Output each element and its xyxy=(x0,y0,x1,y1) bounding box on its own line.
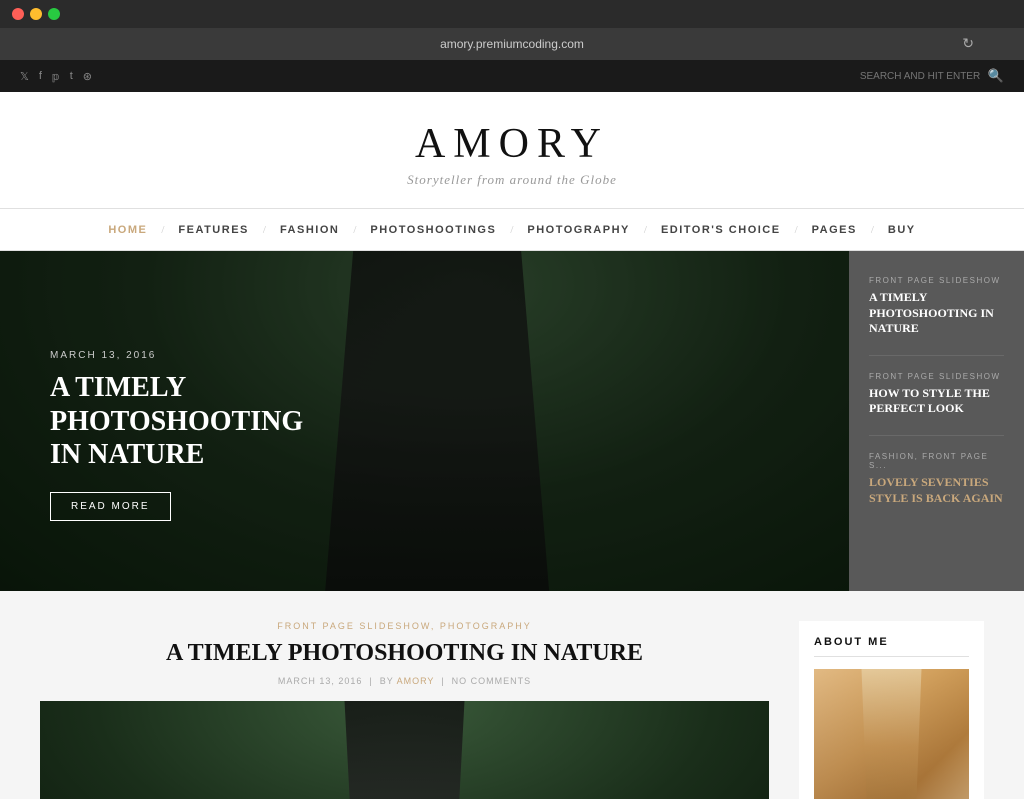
search-input[interactable] xyxy=(860,71,980,82)
url-text: amory.premiumcoding.com xyxy=(440,37,584,51)
tumblr-icon[interactable]: t xyxy=(70,70,73,82)
rss-icon[interactable]: ⊛ xyxy=(83,70,92,83)
url-bar[interactable]: amory.premiumcoding.com ↻ xyxy=(0,28,1024,60)
nav-photography[interactable]: PHOTOGRAPHY xyxy=(513,224,643,236)
social-icons: 𝕏 f 𝕡 t ⊛ xyxy=(20,70,92,83)
about-widget-title: ABOUT ME xyxy=(814,636,969,657)
nav-editors-choice[interactable]: EDITOR'S CHOICE xyxy=(647,224,795,236)
sidebar-post-category-1: FRONT PAGE SLIDESHOW xyxy=(869,276,1004,285)
nav-home[interactable]: HOME xyxy=(94,224,161,236)
sidebar-post-title-1: A TIMELY PHOTOSHOOTING IN NATURE xyxy=(869,290,1004,337)
hero-content: MARCH 13, 2016 A TIMELY PHOTOSHOOTING IN… xyxy=(50,350,330,521)
sidebar-post-category-2: FRONT PAGE SLIDESHOW xyxy=(869,372,1004,381)
hero-sidebar-post-2[interactable]: FRONT PAGE SLIDESHOW HOW TO STYLE THE PE… xyxy=(869,372,1004,436)
post-thumbnail[interactable] xyxy=(40,701,769,799)
top-bar: 𝕏 f 𝕡 t ⊛ 🔍 xyxy=(0,60,1024,92)
site-tagline: Storyteller from around the Globe xyxy=(0,172,1024,188)
search-icon[interactable]: 🔍 xyxy=(988,68,1004,84)
right-sidebar: ABOUT ME xyxy=(799,621,984,799)
hero-date: MARCH 13, 2016 xyxy=(50,350,330,361)
hero-sidebar: FRONT PAGE SLIDESHOW A TIMELY PHOTOSHOOT… xyxy=(849,251,1024,591)
post-meta: MARCH 13, 2016 | BY AMORY | NO COMMENTS xyxy=(40,676,769,686)
website-content: 𝕏 f 𝕡 t ⊛ 🔍 AMORY Storyteller from aroun… xyxy=(0,60,1024,799)
nav-features[interactable]: FEATURES xyxy=(164,224,262,236)
post-date: MARCH 13, 2016 xyxy=(278,676,363,686)
main-navigation: HOME / FEATURES / FASHION / PHOTOSHOOTIN… xyxy=(0,209,1024,251)
about-widget: ABOUT ME xyxy=(799,621,984,799)
site-title[interactable]: AMORY xyxy=(0,120,1024,168)
window-controls[interactable] xyxy=(12,8,60,20)
hero-sidebar-post-3[interactable]: FASHION, FRONT PAGE S... LOVELY SEVENTIE… xyxy=(869,452,1004,510)
pinterest-icon[interactable]: 𝕡 xyxy=(52,70,60,83)
post-title: A TIMELY PHOTOSHOOTING IN NATURE xyxy=(40,639,769,668)
read-more-button[interactable]: READ MORE xyxy=(50,492,171,521)
top-search-bar[interactable]: 🔍 xyxy=(860,68,1004,84)
hero-image: MARCH 13, 2016 A TIMELY PHOTOSHOOTING IN… xyxy=(0,251,849,591)
post-author[interactable]: AMORY xyxy=(397,676,435,686)
post-comments: NO COMMENTS xyxy=(452,676,532,686)
sidebar-post-category-3: FASHION, FRONT PAGE S... xyxy=(869,452,1004,470)
twitter-icon[interactable]: 𝕏 xyxy=(20,70,29,83)
nav-fashion[interactable]: FASHION xyxy=(266,224,353,236)
main-content-area: FRONT PAGE SLIDESHOW, PHOTOGRAPHY A TIME… xyxy=(0,591,1024,799)
main-posts: FRONT PAGE SLIDESHOW, PHOTOGRAPHY A TIME… xyxy=(40,621,769,799)
about-image xyxy=(814,669,969,799)
hero-section: MARCH 13, 2016 A TIMELY PHOTOSHOOTING IN… xyxy=(0,251,1024,591)
sidebar-post-title-3: LOVELY SEVENTIES STYLE IS BACK AGAIN xyxy=(869,475,1004,506)
facebook-icon[interactable]: f xyxy=(39,70,42,82)
refresh-icon[interactable]: ↻ xyxy=(962,36,974,53)
nav-pages[interactable]: PAGES xyxy=(798,224,871,236)
sidebar-post-title-2: HOW TO STYLE THE PERFECT LOOK xyxy=(869,386,1004,417)
maximize-button[interactable] xyxy=(48,8,60,20)
hero-title: A TIMELY PHOTOSHOOTING IN NATURE xyxy=(50,371,330,472)
post-category: FRONT PAGE SLIDESHOW, PHOTOGRAPHY xyxy=(40,621,769,631)
nav-buy[interactable]: BUY xyxy=(874,224,930,236)
close-button[interactable] xyxy=(12,8,24,20)
minimize-button[interactable] xyxy=(30,8,42,20)
browser-chrome: amory.premiumcoding.com ↻ xyxy=(0,0,1024,60)
nav-photoshootings[interactable]: PHOTOSHOOTINGS xyxy=(356,224,510,236)
hero-sidebar-post-1[interactable]: FRONT PAGE SLIDESHOW A TIMELY PHOTOSHOOT… xyxy=(869,276,1004,356)
site-header: AMORY Storyteller from around the Globe xyxy=(0,92,1024,209)
